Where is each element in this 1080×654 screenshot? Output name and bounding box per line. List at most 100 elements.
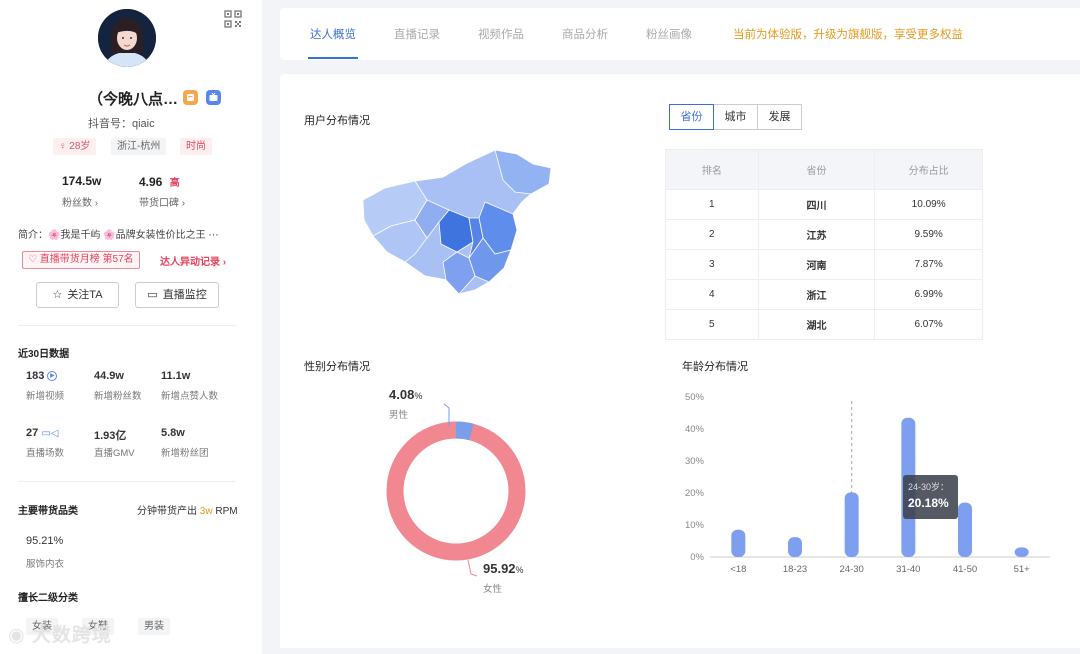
age-bar xyxy=(844,492,859,557)
video-camera-icon: ▭◁ xyxy=(41,428,59,439)
age-bar-chart[interactable]: 0% 10% 20% 30% 40% 50% <18 18-23 24-30 31-40 41-50… xyxy=(672,385,1067,580)
y-tick-label: 50% xyxy=(685,392,705,403)
live-monitor-button[interactable]: ▭ 直播监控 xyxy=(135,282,219,308)
monitor-icon: ▭ xyxy=(147,289,158,301)
category-tag: 时尚 xyxy=(180,138,212,155)
live-count-label: 直播场数 xyxy=(26,448,65,459)
x-tick-label: 41-50 xyxy=(953,564,977,575)
col-rank-header: 排名 xyxy=(665,149,759,190)
tv-badge-icon xyxy=(206,90,221,105)
table-row: 1 四川 10.09% xyxy=(665,189,983,220)
reputation-value: 4.96 高 xyxy=(139,175,180,189)
profile-sidebar: （今晚八点… 抖音号：qiaic ♀ 28岁 浙江-杭州 时尚 174.5w 粉… xyxy=(0,0,262,654)
tab-fan-profile[interactable]: 粉丝画像 xyxy=(646,26,692,42)
rank-cell: 4 xyxy=(665,279,759,310)
live-count-value: 27 ▭◁ xyxy=(26,427,59,439)
rank-cell: 1 xyxy=(665,189,759,220)
age-bar xyxy=(788,537,802,557)
age-bar xyxy=(958,502,972,557)
male-percent: 4.08% xyxy=(389,387,423,402)
age-tooltip: 24-30岁： 20.18% xyxy=(903,475,958,519)
main-category-title: 主要带货品类 xyxy=(18,506,78,517)
y-tick-label: 0% xyxy=(690,552,704,563)
gender-distribution-title: 性别分布情况 xyxy=(304,361,370,373)
intro-text: 简介：🌸我是千屿 🌸品牌女装性价比之王 ⋯ xyxy=(18,230,219,241)
x-tick-label: 51+ xyxy=(1014,564,1031,575)
avatar[interactable] xyxy=(98,9,156,67)
province-cell: 河南 xyxy=(757,249,876,280)
live-rank-badge[interactable]: ♡ 直播带货月榜 第57名 xyxy=(22,251,140,269)
age-tag: ♀ 28岁 xyxy=(53,138,97,155)
province-rank-table: 排名 省份 分布占比 1 四川 10.09% 2 江苏 9.59% 3 河南 7… xyxy=(665,149,983,340)
table-row: 4 浙江 6.99% xyxy=(665,279,983,310)
share-cell: 6.07% xyxy=(874,309,983,340)
female-label: 女性 xyxy=(483,584,503,595)
col-share-header: 分布占比 xyxy=(874,149,983,190)
seg-city[interactable]: 城市 xyxy=(713,104,758,130)
watermark: ◉ 大数跨境 xyxy=(8,625,112,646)
fans-value: 174.5w xyxy=(62,174,102,188)
upgrade-promo-link[interactable]: 当前为体验版，升级为旗舰版，享受更多权益 xyxy=(733,26,963,42)
province-cell: 湖北 xyxy=(757,309,876,340)
divider xyxy=(18,325,236,326)
male-label: 男性 xyxy=(389,410,409,421)
y-tick-label: 10% xyxy=(685,520,705,531)
tab-video-works[interactable]: 视频作品 xyxy=(478,26,524,42)
weibo-icon: ◉ xyxy=(8,625,32,646)
new-videos-label: 新增视频 xyxy=(26,391,65,402)
live-gmv-value: 1.93亿 xyxy=(94,430,127,442)
new-likes-value: 11.1w xyxy=(161,370,191,382)
female-icon: ♀ xyxy=(59,141,70,152)
female-percent: 95.92% xyxy=(483,561,524,576)
tab-product-analysis[interactable]: 商品分析 xyxy=(562,26,608,42)
seg-development[interactable]: 发展 xyxy=(757,104,802,130)
active-tab-indicator xyxy=(308,57,358,59)
nickname: （今晚八点… xyxy=(88,91,179,108)
abnormal-record-link[interactable]: 达人异动记录 › xyxy=(160,253,226,268)
new-fans-value: 44.9w xyxy=(94,370,124,382)
divider xyxy=(18,481,236,482)
new-fanclub-value: 5.8w xyxy=(161,427,185,439)
category-name: 服饰内衣 xyxy=(26,559,65,570)
table-header-row: 排名 省份 分布占比 xyxy=(665,149,983,190)
reputation-label[interactable]: 带货口碑 › xyxy=(139,194,185,209)
location-tag: 浙江-杭州 xyxy=(111,138,167,155)
table-row: 3 河南 7.87% xyxy=(665,249,983,280)
y-tick-label: 30% xyxy=(685,456,705,467)
tab-overview[interactable]: 达人概览 xyxy=(310,26,356,42)
category-percent: 95.21% xyxy=(26,535,64,547)
table-row: 2 江苏 9.59% xyxy=(665,219,983,250)
tooltip-label: 24-30岁： xyxy=(908,482,950,492)
province-cell: 浙江 xyxy=(757,279,876,310)
new-likes-label: 新增点赞人数 xyxy=(161,391,219,402)
rpm-label: 分钟带货产出 3w RPM xyxy=(137,506,238,517)
sub-tag: 男装 xyxy=(138,618,170,635)
recent30-title: 近30日数据 xyxy=(18,349,70,360)
china-distribution-map[interactable] xyxy=(355,148,560,300)
age-bar xyxy=(731,529,746,557)
live-gmv-label: 直播GMV xyxy=(94,448,135,459)
province-cell: 四川 xyxy=(757,189,876,220)
share-cell: 9.59% xyxy=(874,219,983,250)
col-province-header: 省份 xyxy=(757,149,876,190)
follow-button[interactable]: ☆ 关注TA xyxy=(36,282,119,308)
table-row: 5 湖北 6.07% xyxy=(665,309,983,340)
province-cell: 江苏 xyxy=(757,219,876,250)
qrcode-icon[interactable] xyxy=(224,10,242,28)
user-distribution-title: 用户分布情况 xyxy=(304,115,370,127)
sub-category-title: 擅长二级分类 xyxy=(18,593,78,604)
age-bar xyxy=(1014,547,1029,557)
shop-badge-icon xyxy=(183,90,198,105)
new-videos-value: 183 ▶ xyxy=(26,370,58,382)
rank-cell: 2 xyxy=(665,219,759,250)
fans-label[interactable]: 粉丝数 › xyxy=(62,194,98,209)
seg-province[interactable]: 省份 xyxy=(669,104,714,130)
tab-live-records[interactable]: 直播记录 xyxy=(394,26,440,42)
y-tick-label: 20% xyxy=(685,488,705,499)
new-fans-label: 新增粉丝数 xyxy=(94,391,142,402)
share-cell: 6.99% xyxy=(874,279,983,310)
x-tick-label: 18-23 xyxy=(783,564,807,575)
x-tick-label: 31-40 xyxy=(896,564,920,575)
donut-leader-lines xyxy=(443,403,478,577)
tooltip-value: 20.18% xyxy=(908,496,949,510)
